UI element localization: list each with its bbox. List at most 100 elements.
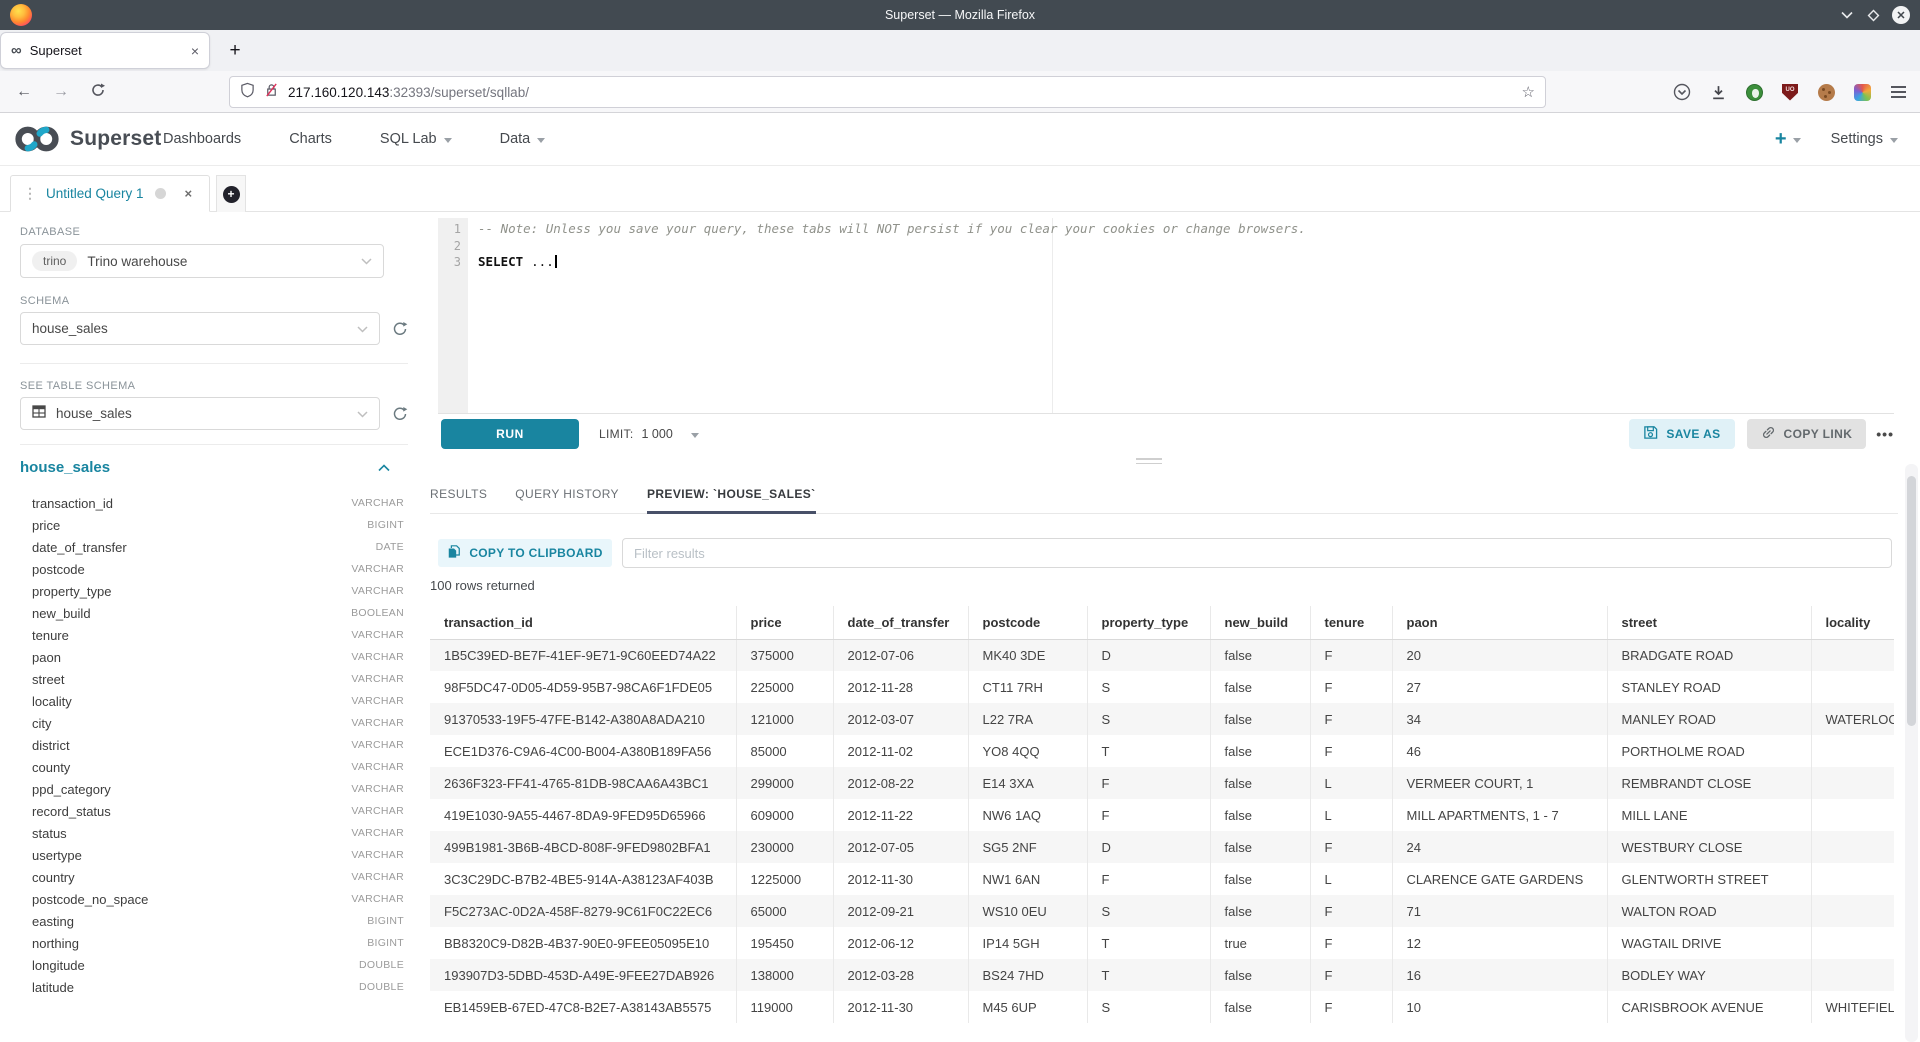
privacy-badger-icon[interactable] xyxy=(1744,82,1764,102)
menu-hamburger-icon[interactable] xyxy=(1888,82,1908,102)
table-header-cell[interactable]: postcode xyxy=(968,606,1087,639)
nav-item-charts[interactable]: Charts xyxy=(289,131,332,147)
tab-query-history[interactable]: QUERY HISTORY xyxy=(515,474,619,514)
table-header-cell[interactable]: paon xyxy=(1392,606,1607,639)
table-header-cell[interactable]: tenure xyxy=(1310,606,1392,639)
schema-column-row[interactable]: price BIGINT xyxy=(20,514,408,536)
superset-brand[interactable]: Superset xyxy=(14,113,161,165)
schema-column-row[interactable]: city VARCHAR xyxy=(20,712,408,734)
new-tab-button[interactable]: + xyxy=(218,34,252,68)
schema-column-row[interactable]: latitude DOUBLE xyxy=(20,976,408,998)
tab-close-icon[interactable]: × xyxy=(191,43,199,59)
nav-item-data[interactable]: Data xyxy=(500,131,546,147)
copy-link-button[interactable]: COPY LINK xyxy=(1747,419,1867,449)
schema-column-row[interactable]: new_build BOOLEAN xyxy=(20,602,408,624)
database-select[interactable]: trino Trino warehouse xyxy=(20,244,384,278)
query-tab-bar: ⋮ Untitled Query 1 × + xyxy=(0,166,1920,212)
column-type: VARCHAR xyxy=(351,695,408,707)
run-button[interactable]: RUN xyxy=(441,419,579,449)
insecure-lock-icon[interactable] xyxy=(264,82,279,103)
schema-column-row[interactable]: county VARCHAR xyxy=(20,756,408,778)
table-header-cell[interactable]: date_of_transfer xyxy=(833,606,968,639)
table-cell: L xyxy=(1310,799,1392,831)
add-query-tab-button[interactable]: + xyxy=(216,175,246,212)
table-cell xyxy=(1811,927,1894,959)
ublock-icon[interactable] xyxy=(1780,82,1800,102)
table-cell: F xyxy=(1310,735,1392,767)
bookmark-star-icon[interactable]: ☆ xyxy=(1522,83,1535,101)
browser-tab[interactable]: ∞ Superset × xyxy=(0,32,210,69)
table-header-cell[interactable]: locality xyxy=(1811,606,1894,639)
extension-icon[interactable] xyxy=(1852,82,1872,102)
table-cell: 299000 xyxy=(736,767,833,799)
drag-handle-icon[interactable]: ⋮ xyxy=(23,185,37,202)
schema-column-row[interactable]: status VARCHAR xyxy=(20,822,408,844)
tab-preview-house-sales[interactable]: PREVIEW: `HOUSE_SALES` xyxy=(647,474,816,514)
schema-column-row[interactable]: tenure VARCHAR xyxy=(20,624,408,646)
table-cell: false xyxy=(1210,831,1310,863)
limit-dropdown[interactable]: LIMIT: 1 000 xyxy=(599,427,699,441)
reload-icon[interactable] xyxy=(86,82,110,103)
schema-column-row[interactable]: ppd_category VARCHAR xyxy=(20,778,408,800)
create-new-button[interactable]: + xyxy=(1775,129,1801,149)
save-as-button[interactable]: SAVE AS xyxy=(1629,419,1734,449)
url-bar[interactable]: 217.160.120.143:32393/superset/sqllab/ ☆ xyxy=(229,76,1546,108)
schema-column-row[interactable]: record_status VARCHAR xyxy=(20,800,408,822)
back-icon[interactable]: ← xyxy=(12,83,36,101)
plus-circle-icon: + xyxy=(223,186,240,203)
schema-column-row[interactable]: postcode_no_space VARCHAR xyxy=(20,888,408,910)
table-schema-select[interactable]: house_sales xyxy=(20,397,380,430)
download-icon[interactable] xyxy=(1708,82,1728,102)
window-minimize-icon[interactable] xyxy=(1840,8,1854,22)
pocket-icon[interactable] xyxy=(1672,82,1692,102)
table-header-cell[interactable]: street xyxy=(1607,606,1811,639)
sql-editor[interactable]: 1 2 3 -- Note: Unless you save your quer… xyxy=(438,218,1894,414)
schema-column-row[interactable]: longitude DOUBLE xyxy=(20,954,408,976)
copy-to-clipboard-button[interactable]: COPY TO CLIPBOARD xyxy=(438,539,612,567)
table-header-cell[interactable]: property_type xyxy=(1087,606,1210,639)
editor-code[interactable]: -- Note: Unless you save your query, the… xyxy=(478,221,1894,271)
cookie-extension-icon[interactable] xyxy=(1816,82,1836,102)
refresh-table-icon[interactable] xyxy=(392,406,408,422)
schema-column-row[interactable]: transaction_id VARCHAR xyxy=(20,492,408,514)
schema-column-row[interactable]: street VARCHAR xyxy=(20,668,408,690)
results-scrollbar[interactable] xyxy=(1905,464,1918,1042)
table-cell xyxy=(1811,735,1894,767)
forward-icon[interactable]: → xyxy=(49,83,73,101)
scrollbar-thumb[interactable] xyxy=(1907,476,1916,726)
line-number: 2 xyxy=(438,238,468,255)
schema-column-row[interactable]: country VARCHAR xyxy=(20,866,408,888)
nav-item-sql-lab[interactable]: SQL Lab xyxy=(380,131,452,147)
chevron-down-icon xyxy=(1793,138,1801,143)
schema-column-row[interactable]: easting BIGINT xyxy=(20,910,408,932)
more-options-button[interactable]: ••• xyxy=(1876,426,1894,442)
table-cell: CLARENCE GATE GARDENS xyxy=(1392,863,1607,895)
settings-menu[interactable]: Settings xyxy=(1831,131,1898,147)
window-close-icon[interactable]: ✕ xyxy=(1892,6,1910,24)
chevron-up-icon[interactable] xyxy=(378,464,390,472)
schema-column-row[interactable]: paon VARCHAR xyxy=(20,646,408,668)
window-maximize-icon[interactable] xyxy=(1866,8,1880,22)
table-schema-header[interactable]: house_sales xyxy=(20,459,408,476)
pane-resize-handle[interactable] xyxy=(1136,458,1162,464)
column-name: latitude xyxy=(32,980,74,995)
table-header-cell[interactable]: price xyxy=(736,606,833,639)
schema-column-row[interactable]: property_type VARCHAR xyxy=(20,580,408,602)
url-text[interactable]: 217.160.120.143:32393/superset/sqllab/ xyxy=(288,85,1513,100)
schema-column-row[interactable]: date_of_transfer DATE xyxy=(20,536,408,558)
shield-icon[interactable] xyxy=(240,82,255,103)
refresh-schema-icon[interactable] xyxy=(392,321,408,337)
schema-column-row[interactable]: locality VARCHAR xyxy=(20,690,408,712)
query-tab[interactable]: ⋮ Untitled Query 1 × xyxy=(10,175,210,212)
table-header-cell[interactable]: new_build xyxy=(1210,606,1310,639)
nav-item-dashboards[interactable]: Dashboards xyxy=(163,131,241,147)
schema-column-row[interactable]: postcode VARCHAR xyxy=(20,558,408,580)
query-tab-close-icon[interactable]: × xyxy=(185,186,193,201)
schema-column-row[interactable]: northing BIGINT xyxy=(20,932,408,954)
schema-column-row[interactable]: usertype VARCHAR xyxy=(20,844,408,866)
filter-results-input[interactable] xyxy=(622,538,1892,568)
tab-results[interactable]: RESULTS xyxy=(430,474,487,514)
schema-select[interactable]: house_sales xyxy=(20,312,380,345)
schema-column-row[interactable]: district VARCHAR xyxy=(20,734,408,756)
table-header-cell[interactable]: transaction_id xyxy=(430,606,736,639)
